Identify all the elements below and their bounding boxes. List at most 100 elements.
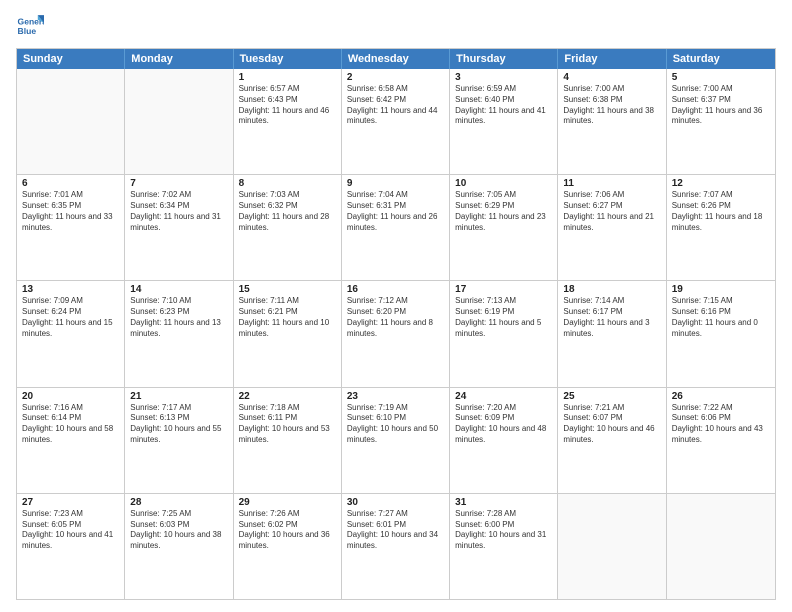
calendar: SundayMondayTuesdayWednesdayThursdayFrid… <box>16 48 776 600</box>
day-info: Sunrise: 7:09 AM Sunset: 6:24 PM Dayligh… <box>22 296 119 339</box>
day-number: 24 <box>455 391 552 402</box>
header-day-sunday: Sunday <box>17 49 125 69</box>
logo: General Blue <box>16 12 44 40</box>
day-info: Sunrise: 7:27 AM Sunset: 6:01 PM Dayligh… <box>347 509 444 552</box>
calendar-day-8: 8Sunrise: 7:03 AM Sunset: 6:32 PM Daylig… <box>234 175 342 280</box>
calendar-day-28: 28Sunrise: 7:25 AM Sunset: 6:03 PM Dayli… <box>125 494 233 599</box>
calendar-day-21: 21Sunrise: 7:17 AM Sunset: 6:13 PM Dayli… <box>125 388 233 493</box>
header-day-saturday: Saturday <box>667 49 775 69</box>
day-number: 10 <box>455 178 552 189</box>
calendar-body: 1Sunrise: 6:57 AM Sunset: 6:43 PM Daylig… <box>17 69 775 599</box>
day-info: Sunrise: 6:57 AM Sunset: 6:43 PM Dayligh… <box>239 84 336 127</box>
calendar-week-2: 6Sunrise: 7:01 AM Sunset: 6:35 PM Daylig… <box>17 174 775 280</box>
calendar-header: SundayMondayTuesdayWednesdayThursdayFrid… <box>17 49 775 69</box>
day-number: 13 <box>22 284 119 295</box>
day-info: Sunrise: 7:04 AM Sunset: 6:31 PM Dayligh… <box>347 190 444 233</box>
day-number: 12 <box>672 178 770 189</box>
calendar-day-29: 29Sunrise: 7:26 AM Sunset: 6:02 PM Dayli… <box>234 494 342 599</box>
svg-text:Blue: Blue <box>18 26 37 36</box>
calendar-day-17: 17Sunrise: 7:13 AM Sunset: 6:19 PM Dayli… <box>450 281 558 386</box>
day-info: Sunrise: 7:13 AM Sunset: 6:19 PM Dayligh… <box>455 296 552 339</box>
calendar-day-23: 23Sunrise: 7:19 AM Sunset: 6:10 PM Dayli… <box>342 388 450 493</box>
calendar-day-13: 13Sunrise: 7:09 AM Sunset: 6:24 PM Dayli… <box>17 281 125 386</box>
calendar-day-empty <box>558 494 666 599</box>
day-number: 30 <box>347 497 444 508</box>
day-number: 22 <box>239 391 336 402</box>
day-number: 20 <box>22 391 119 402</box>
day-number: 2 <box>347 72 444 83</box>
day-number: 17 <box>455 284 552 295</box>
header-day-monday: Monday <box>125 49 233 69</box>
day-info: Sunrise: 7:15 AM Sunset: 6:16 PM Dayligh… <box>672 296 770 339</box>
day-number: 18 <box>563 284 660 295</box>
day-number: 14 <box>130 284 227 295</box>
calendar-day-15: 15Sunrise: 7:11 AM Sunset: 6:21 PM Dayli… <box>234 281 342 386</box>
day-number: 11 <box>563 178 660 189</box>
day-number: 1 <box>239 72 336 83</box>
day-number: 16 <box>347 284 444 295</box>
day-info: Sunrise: 7:20 AM Sunset: 6:09 PM Dayligh… <box>455 403 552 446</box>
day-number: 4 <box>563 72 660 83</box>
day-number: 19 <box>672 284 770 295</box>
calendar-day-20: 20Sunrise: 7:16 AM Sunset: 6:14 PM Dayli… <box>17 388 125 493</box>
calendar-day-18: 18Sunrise: 7:14 AM Sunset: 6:17 PM Dayli… <box>558 281 666 386</box>
calendar-week-5: 27Sunrise: 7:23 AM Sunset: 6:05 PM Dayli… <box>17 493 775 599</box>
calendar-day-10: 10Sunrise: 7:05 AM Sunset: 6:29 PM Dayli… <box>450 175 558 280</box>
header: General Blue <box>16 12 776 40</box>
calendar-day-6: 6Sunrise: 7:01 AM Sunset: 6:35 PM Daylig… <box>17 175 125 280</box>
day-info: Sunrise: 7:18 AM Sunset: 6:11 PM Dayligh… <box>239 403 336 446</box>
calendar-week-1: 1Sunrise: 6:57 AM Sunset: 6:43 PM Daylig… <box>17 69 775 174</box>
day-number: 3 <box>455 72 552 83</box>
header-day-thursday: Thursday <box>450 49 558 69</box>
day-info: Sunrise: 7:01 AM Sunset: 6:35 PM Dayligh… <box>22 190 119 233</box>
day-number: 23 <box>347 391 444 402</box>
day-info: Sunrise: 7:10 AM Sunset: 6:23 PM Dayligh… <box>130 296 227 339</box>
calendar-day-30: 30Sunrise: 7:27 AM Sunset: 6:01 PM Dayli… <box>342 494 450 599</box>
calendar-day-14: 14Sunrise: 7:10 AM Sunset: 6:23 PM Dayli… <box>125 281 233 386</box>
calendar-week-4: 20Sunrise: 7:16 AM Sunset: 6:14 PM Dayli… <box>17 387 775 493</box>
day-info: Sunrise: 6:59 AM Sunset: 6:40 PM Dayligh… <box>455 84 552 127</box>
day-info: Sunrise: 7:03 AM Sunset: 6:32 PM Dayligh… <box>239 190 336 233</box>
header-day-wednesday: Wednesday <box>342 49 450 69</box>
calendar-day-26: 26Sunrise: 7:22 AM Sunset: 6:06 PM Dayli… <box>667 388 775 493</box>
calendar-day-16: 16Sunrise: 7:12 AM Sunset: 6:20 PM Dayli… <box>342 281 450 386</box>
calendar-day-12: 12Sunrise: 7:07 AM Sunset: 6:26 PM Dayli… <box>667 175 775 280</box>
calendar-day-3: 3Sunrise: 6:59 AM Sunset: 6:40 PM Daylig… <box>450 69 558 174</box>
calendar-day-22: 22Sunrise: 7:18 AM Sunset: 6:11 PM Dayli… <box>234 388 342 493</box>
day-number: 9 <box>347 178 444 189</box>
day-info: Sunrise: 7:07 AM Sunset: 6:26 PM Dayligh… <box>672 190 770 233</box>
day-info: Sunrise: 7:23 AM Sunset: 6:05 PM Dayligh… <box>22 509 119 552</box>
calendar-day-24: 24Sunrise: 7:20 AM Sunset: 6:09 PM Dayli… <box>450 388 558 493</box>
day-info: Sunrise: 7:21 AM Sunset: 6:07 PM Dayligh… <box>563 403 660 446</box>
calendar-day-27: 27Sunrise: 7:23 AM Sunset: 6:05 PM Dayli… <box>17 494 125 599</box>
day-info: Sunrise: 7:22 AM Sunset: 6:06 PM Dayligh… <box>672 403 770 446</box>
day-number: 25 <box>563 391 660 402</box>
calendar-day-19: 19Sunrise: 7:15 AM Sunset: 6:16 PM Dayli… <box>667 281 775 386</box>
day-number: 8 <box>239 178 336 189</box>
day-info: Sunrise: 7:16 AM Sunset: 6:14 PM Dayligh… <box>22 403 119 446</box>
day-info: Sunrise: 7:19 AM Sunset: 6:10 PM Dayligh… <box>347 403 444 446</box>
calendar-day-9: 9Sunrise: 7:04 AM Sunset: 6:31 PM Daylig… <box>342 175 450 280</box>
calendar-day-7: 7Sunrise: 7:02 AM Sunset: 6:34 PM Daylig… <box>125 175 233 280</box>
header-day-friday: Friday <box>558 49 666 69</box>
calendar-day-1: 1Sunrise: 6:57 AM Sunset: 6:43 PM Daylig… <box>234 69 342 174</box>
header-day-tuesday: Tuesday <box>234 49 342 69</box>
day-number: 7 <box>130 178 227 189</box>
logo-icon: General Blue <box>16 12 44 40</box>
day-info: Sunrise: 7:28 AM Sunset: 6:00 PM Dayligh… <box>455 509 552 552</box>
calendar-week-3: 13Sunrise: 7:09 AM Sunset: 6:24 PM Dayli… <box>17 280 775 386</box>
page: General Blue SundayMondayTuesdayWednesda… <box>0 0 792 612</box>
day-info: Sunrise: 7:02 AM Sunset: 6:34 PM Dayligh… <box>130 190 227 233</box>
day-info: Sunrise: 7:12 AM Sunset: 6:20 PM Dayligh… <box>347 296 444 339</box>
day-number: 5 <box>672 72 770 83</box>
calendar-day-4: 4Sunrise: 7:00 AM Sunset: 6:38 PM Daylig… <box>558 69 666 174</box>
day-number: 29 <box>239 497 336 508</box>
day-info: Sunrise: 7:00 AM Sunset: 6:38 PM Dayligh… <box>563 84 660 127</box>
day-info: Sunrise: 7:11 AM Sunset: 6:21 PM Dayligh… <box>239 296 336 339</box>
day-number: 15 <box>239 284 336 295</box>
day-number: 31 <box>455 497 552 508</box>
day-number: 27 <box>22 497 119 508</box>
day-info: Sunrise: 7:00 AM Sunset: 6:37 PM Dayligh… <box>672 84 770 127</box>
calendar-day-empty <box>125 69 233 174</box>
calendar-day-5: 5Sunrise: 7:00 AM Sunset: 6:37 PM Daylig… <box>667 69 775 174</box>
